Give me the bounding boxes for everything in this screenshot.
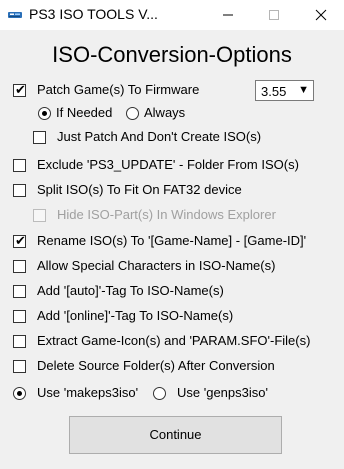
radio-circle[interactable]	[13, 387, 26, 400]
continue-button[interactable]: Continue	[69, 416, 282, 454]
patch-firmware-label: Patch Game(s) To Firmware	[37, 82, 200, 97]
radio-dot	[42, 111, 47, 116]
firmware-select-value: 3.55	[261, 84, 287, 99]
chevron-down-icon: ▼	[298, 84, 309, 96]
if-needed-label: If Needed	[56, 105, 113, 120]
option-label: Extract Game-Icon(s) and 'PARAM.SFO'-Fil…	[37, 333, 311, 348]
makeps3iso-label: Use 'makeps3iso'	[37, 385, 139, 400]
patch-only-label: Just Patch And Don't Create ISO(s)	[57, 129, 262, 144]
option-label: Delete Source Folder(s) After Conversion	[37, 358, 275, 373]
always-label: Always	[144, 105, 186, 120]
radio-circle[interactable]	[153, 387, 166, 400]
checkbox-box[interactable]	[13, 335, 26, 348]
checkbox-box[interactable]	[13, 159, 26, 172]
checkmark-icon: ✔	[15, 82, 26, 97]
close-icon	[315, 9, 327, 21]
checkbox-box[interactable]	[33, 131, 46, 144]
checkbox-box[interactable]	[13, 260, 26, 273]
app-icon	[8, 12, 22, 18]
option-label: Split ISO(s) To Fit On FAT32 device	[37, 182, 242, 197]
close-button[interactable]	[298, 0, 344, 30]
radio-circle[interactable]	[126, 107, 139, 120]
minimize-button[interactable]	[205, 0, 251, 30]
checkbox-box	[33, 209, 46, 222]
maximize-icon	[269, 10, 279, 20]
window-title: PS3 ISO TOOLS V...	[29, 6, 158, 22]
title-bar: PS3 ISO TOOLS V...	[0, 0, 344, 30]
option-label: Exclude 'PS3_UPDATE' - Folder From ISO(s…	[37, 157, 299, 172]
firmware-select[interactable]: 3.55 ▼	[255, 80, 314, 101]
maximize-button[interactable]	[251, 0, 297, 30]
checkbox-box[interactable]	[13, 285, 26, 298]
checkbox-box[interactable]	[13, 184, 26, 197]
radio-dot	[17, 391, 22, 396]
checkbox-box[interactable]: ✔	[13, 82, 26, 97]
genps3iso-label: Use 'genps3iso'	[177, 385, 268, 400]
page-title: ISO-Conversion-Options	[52, 42, 292, 67]
option-label: Allow Special Characters in ISO-Name(s)	[37, 258, 276, 273]
option-label: Rename ISO(s) To '[Game-Name] - [Game-ID…	[37, 233, 307, 248]
option-label: Add '[online]'-Tag To ISO-Name(s)	[37, 308, 234, 323]
checkbox-box[interactable]	[13, 310, 26, 323]
radio-circle[interactable]	[38, 107, 51, 120]
checkmark-icon: ✔	[15, 233, 26, 248]
minimize-icon	[223, 14, 233, 16]
option-label: Hide ISO-Part(s) In Windows Explorer	[57, 207, 276, 222]
checkbox-box[interactable]: ✔	[13, 233, 26, 248]
checkbox-box[interactable]	[13, 360, 26, 373]
option-label: Add '[auto]'-Tag To ISO-Name(s)	[37, 283, 224, 298]
